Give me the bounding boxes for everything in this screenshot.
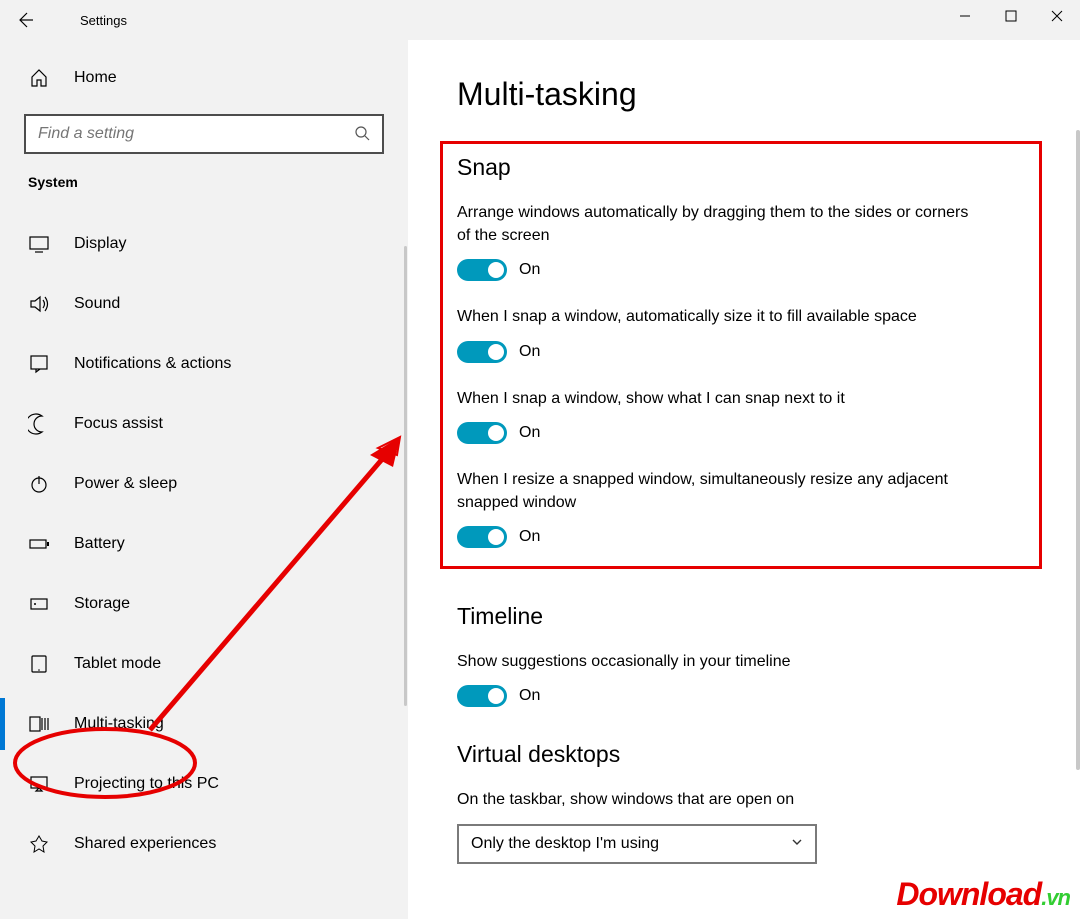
sidebar-item-label: Display	[74, 235, 126, 253]
sidebar-item-storage[interactable]: Storage	[24, 574, 384, 634]
arrow-left-icon	[16, 11, 34, 29]
snap-toggle-3[interactable]	[457, 526, 507, 548]
sidebar-item-multi-tasking[interactable]: Multi-tasking	[24, 694, 384, 754]
sidebar-item-display[interactable]: Display	[24, 214, 384, 274]
toggle-state: On	[519, 528, 540, 546]
home-nav[interactable]: Home	[24, 50, 384, 106]
setting-desc: Arrange windows automatically by draggin…	[457, 201, 977, 247]
sidebar-item-label: Power & sleep	[74, 475, 177, 493]
sidebar-item-label: Sound	[74, 295, 120, 313]
maximize-icon	[1005, 10, 1017, 22]
snap-toggle-0[interactable]	[457, 259, 507, 281]
snap-toggle-2[interactable]	[457, 422, 507, 444]
snap-toggle-1[interactable]	[457, 341, 507, 363]
sidebar-item-label: Shared experiences	[74, 835, 216, 853]
display-icon	[28, 233, 50, 255]
sidebar-item-label: Focus assist	[74, 415, 163, 433]
sound-icon	[28, 293, 50, 315]
sidebar-scrollbar[interactable]	[404, 246, 407, 706]
tablet-icon	[28, 653, 50, 675]
setting-desc: When I snap a window, automatically size…	[457, 305, 977, 328]
sidebar-item-notifications[interactable]: Notifications & actions	[24, 334, 384, 394]
virtual-desktops-section: Virtual desktops On the taskbar, show wi…	[457, 741, 1032, 863]
watermark: Download.vn	[896, 876, 1070, 913]
sidebar-item-projecting[interactable]: Projecting to this PC	[24, 754, 384, 814]
sidebar-item-label: Tablet mode	[74, 655, 161, 673]
snap-heading: Snap	[457, 154, 1025, 181]
sidebar-item-label: Storage	[74, 595, 130, 613]
sidebar-item-focus-assist[interactable]: Focus assist	[24, 394, 384, 454]
timeline-section: Timeline Show suggestions occasionally i…	[457, 603, 1032, 707]
home-label: Home	[74, 69, 117, 87]
sidebar-item-tablet-mode[interactable]: Tablet mode	[24, 634, 384, 694]
window-controls	[942, 0, 1080, 32]
watermark-main: Download	[896, 876, 1041, 912]
titlebar: Settings	[0, 0, 1080, 40]
setting-desc: When I resize a snapped window, simultan…	[457, 468, 977, 514]
power-icon	[28, 473, 50, 495]
close-button[interactable]	[1034, 0, 1080, 32]
snap-setting-2: When I snap a window, show what I can sn…	[457, 387, 1025, 444]
content-pane: Multi-tasking Snap Arrange windows autom…	[408, 40, 1080, 919]
sidebar-item-power-sleep[interactable]: Power & sleep	[24, 454, 384, 514]
search-input[interactable]	[38, 125, 354, 143]
snap-setting-3: When I resize a snapped window, simultan…	[457, 468, 1025, 548]
sidebar-item-label: Notifications & actions	[74, 355, 231, 373]
search-icon	[354, 125, 370, 144]
toggle-state: On	[519, 424, 540, 442]
focus-assist-icon	[28, 413, 50, 435]
timeline-toggle[interactable]	[457, 685, 507, 707]
select-value: Only the desktop I'm using	[471, 835, 659, 853]
vd-taskbar-select[interactable]: Only the desktop I'm using	[457, 824, 817, 864]
snap-section: Snap Arrange windows automatically by dr…	[440, 141, 1042, 569]
projecting-icon	[28, 773, 50, 795]
sidebar-item-sound[interactable]: Sound	[24, 274, 384, 334]
sidebar-item-label: Multi-tasking	[74, 715, 164, 733]
sidebar: Home System Display Sound Notifications	[0, 40, 408, 919]
storage-icon	[28, 593, 50, 615]
toggle-state: On	[519, 687, 540, 705]
shared-icon	[28, 833, 50, 855]
settings-window: Settings Home S	[0, 0, 1080, 919]
sidebar-item-label: Projecting to this PC	[74, 775, 219, 793]
timeline-setting: Show suggestions occasionally in your ti…	[457, 650, 1032, 707]
content-scrollbar[interactable]	[1076, 130, 1080, 770]
watermark-suffix: .vn	[1041, 885, 1070, 910]
maximize-button[interactable]	[988, 0, 1034, 32]
sidebar-item-shared-experiences[interactable]: Shared experiences	[24, 814, 384, 874]
sidebar-item-label: Battery	[74, 535, 125, 553]
snap-setting-0: Arrange windows automatically by draggin…	[457, 201, 1025, 281]
category-heading: System	[24, 174, 384, 190]
minimize-icon	[959, 10, 971, 22]
vd-label: On the taskbar, show windows that are op…	[457, 788, 977, 811]
virtual-desktops-heading: Virtual desktops	[457, 741, 1032, 768]
back-button[interactable]	[16, 11, 56, 29]
window-title: Settings	[80, 13, 127, 28]
page-title: Multi-tasking	[457, 76, 1032, 113]
multi-tasking-icon	[28, 713, 50, 735]
search-box[interactable]	[24, 114, 384, 154]
chevron-down-icon	[791, 836, 803, 851]
home-icon	[28, 67, 50, 89]
timeline-heading: Timeline	[457, 603, 1032, 630]
close-icon	[1051, 10, 1063, 22]
minimize-button[interactable]	[942, 0, 988, 32]
toggle-state: On	[519, 261, 540, 279]
snap-setting-1: When I snap a window, automatically size…	[457, 305, 1025, 362]
sidebar-item-battery[interactable]: Battery	[24, 514, 384, 574]
setting-desc: Show suggestions occasionally in your ti…	[457, 650, 977, 673]
notifications-icon	[28, 353, 50, 375]
setting-desc: When I snap a window, show what I can sn…	[457, 387, 977, 410]
battery-icon	[28, 533, 50, 555]
toggle-state: On	[519, 343, 540, 361]
